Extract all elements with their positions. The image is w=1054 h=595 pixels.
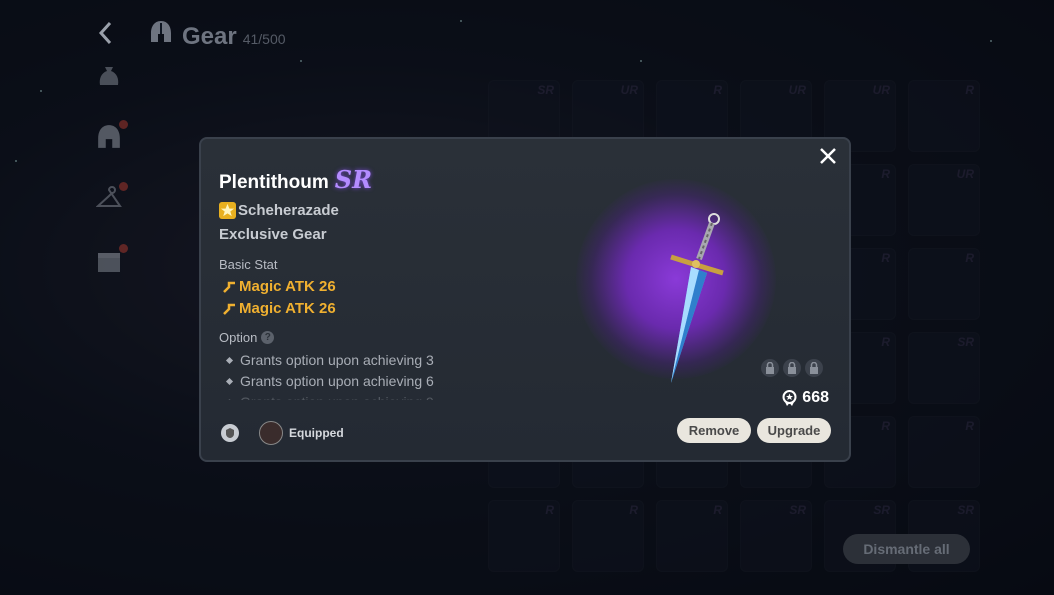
helmet-icon bbox=[98, 125, 120, 148]
page-title: Gear 41/500 bbox=[150, 20, 286, 51]
notification-badge bbox=[119, 120, 128, 129]
item-category: Exclusive Gear bbox=[219, 226, 327, 243]
back-button[interactable] bbox=[96, 20, 120, 48]
hanger-icon bbox=[95, 186, 122, 207]
basic-stat-2: Magic ATK 26 bbox=[223, 300, 336, 317]
remove-button[interactable]: Remove bbox=[677, 418, 751, 443]
gear-count: 41/500 bbox=[242, 31, 286, 47]
dagger-image bbox=[670, 213, 724, 383]
item-detail-modal: Plentithoum SR Scheherazade Exclusive Ge… bbox=[199, 137, 851, 462]
sidebar-box[interactable] bbox=[96, 244, 128, 274]
sidebar-costume[interactable] bbox=[95, 182, 128, 212]
avatar bbox=[259, 421, 283, 445]
helmet-icon bbox=[151, 21, 171, 42]
owner-row: Scheherazade bbox=[219, 202, 339, 219]
magic-atk-icon bbox=[223, 303, 235, 315]
star-icon bbox=[219, 202, 236, 219]
price-value: 668 bbox=[802, 389, 829, 406]
sell-price: 668 bbox=[781, 389, 829, 407]
option-item: Grants option upon achieving 3 bbox=[223, 350, 523, 371]
basic-stat-text: Magic ATK 26 bbox=[239, 300, 336, 317]
medal-icon bbox=[782, 389, 797, 406]
rarity-badge: SR bbox=[334, 165, 373, 194]
bag-icon bbox=[99, 67, 119, 85]
shield-icon bbox=[226, 428, 234, 438]
option-item: Grants option upon achieving 9 bbox=[223, 392, 523, 400]
option-item: Grants option upon achieving 6 bbox=[223, 371, 523, 392]
magic-atk-icon bbox=[223, 281, 235, 293]
owner-name: Scheherazade bbox=[238, 202, 339, 219]
bullet-icon bbox=[225, 356, 234, 365]
lock-icon[interactable] bbox=[783, 359, 801, 377]
title-text: Gear bbox=[182, 23, 237, 50]
lock-toggle[interactable] bbox=[221, 424, 239, 442]
item-name: Plentithoum bbox=[219, 172, 329, 193]
basic-stat-label: Basic Stat bbox=[219, 257, 278, 272]
equip-info: Equipped bbox=[221, 421, 344, 445]
item-name-row: Plentithoum SR bbox=[219, 165, 372, 194]
option-list[interactable]: Grants option upon achieving 3 Grants op… bbox=[223, 350, 523, 400]
sidebar-gear[interactable] bbox=[96, 120, 128, 150]
notification-badge bbox=[119, 244, 128, 253]
option-label: Option bbox=[219, 330, 258, 345]
dismantle-all-button[interactable]: Dismantle all bbox=[843, 534, 970, 564]
basic-stat-1: Magic ATK 26 bbox=[223, 278, 336, 295]
equipped-label: Equipped bbox=[289, 426, 344, 440]
lock-icon[interactable] bbox=[761, 359, 779, 377]
close-button[interactable] bbox=[817, 147, 839, 169]
chevron-left-icon bbox=[98, 21, 112, 45]
help-icon[interactable]: ? bbox=[261, 331, 275, 344]
option-header: Option ? bbox=[219, 330, 275, 345]
sidebar-bag[interactable] bbox=[96, 62, 122, 88]
close-icon bbox=[820, 148, 836, 164]
bullet-icon bbox=[225, 398, 234, 400]
box-icon bbox=[98, 253, 120, 272]
lock-icon[interactable] bbox=[805, 359, 823, 377]
upgrade-button[interactable]: Upgrade bbox=[757, 418, 831, 443]
lock-slots bbox=[761, 359, 823, 377]
bullet-icon bbox=[225, 377, 234, 386]
basic-stat-text: Magic ATK 26 bbox=[239, 278, 336, 295]
notification-badge bbox=[119, 182, 128, 191]
